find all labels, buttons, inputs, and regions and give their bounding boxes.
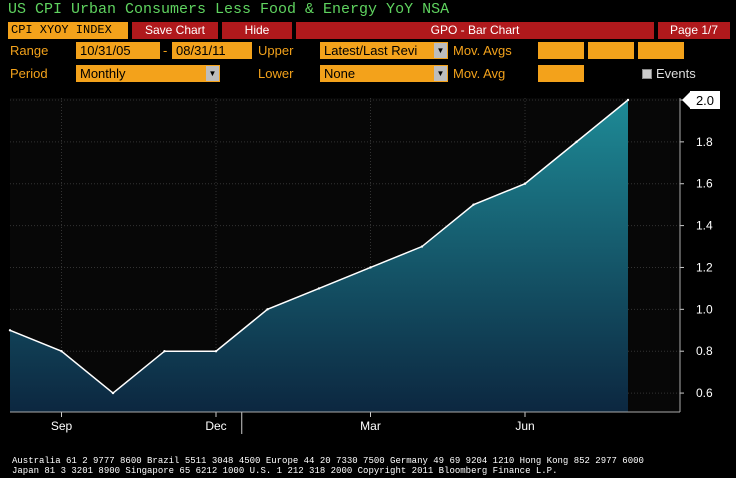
upper-label: Upper	[258, 43, 294, 58]
data-point	[163, 350, 166, 353]
data-point	[575, 140, 578, 144]
save-chart-button[interactable]: Save Chart	[132, 22, 218, 39]
data-point	[60, 350, 63, 353]
range-label: Range	[10, 43, 49, 58]
period-label: Period	[10, 66, 48, 81]
chevron-down-icon[interactable]: ▼	[206, 66, 219, 81]
events-label: Events	[656, 66, 696, 81]
hide-button[interactable]: Hide	[222, 22, 292, 39]
y-tick-label: 0.6	[696, 386, 713, 400]
chart-type-label: GPO - Bar Chart	[296, 22, 654, 39]
mov-avg-input-3[interactable]	[638, 42, 684, 59]
data-point	[472, 203, 475, 206]
period-select-value: Monthly	[80, 66, 126, 81]
lower-select[interactable]: None ▼	[320, 65, 448, 82]
data-point	[266, 308, 269, 311]
data-point	[626, 98, 630, 102]
x-tick-label: Mar	[360, 419, 381, 433]
y-tick-label: 0.8	[696, 344, 713, 358]
range-separator: -	[163, 43, 168, 58]
ticker-field[interactable]: CPI XYOY INDEX	[8, 22, 128, 39]
parameters-panel: Range 10/31/05 - 08/31/11 Upper Latest/L…	[0, 40, 736, 86]
data-point	[317, 287, 321, 290]
y-tick-label: 1.4	[696, 219, 713, 233]
data-point	[369, 266, 372, 269]
toolbar: CPI XYOY INDEX Save Chart Hide GPO - Bar…	[0, 21, 736, 40]
mov-avg-label: Mov. Avg	[453, 66, 506, 81]
last-value-pointer	[682, 92, 690, 108]
chevron-down-icon[interactable]: ▼	[434, 43, 447, 58]
upper-select[interactable]: Latest/Last Revi ▼	[320, 42, 448, 59]
last-value-label: 2.0	[696, 93, 714, 108]
chart-title: US CPI Urban Consumers Less Food & Energ…	[8, 1, 450, 18]
mov-avg-input-1[interactable]	[538, 42, 584, 59]
range-end-input[interactable]: 08/31/11	[172, 42, 252, 59]
x-axis: SepDecMarJun20102011	[10, 411, 680, 434]
lower-label: Lower	[258, 66, 294, 81]
title-bar: US CPI Urban Consumers Less Food & Energ…	[0, 0, 736, 21]
data-point	[420, 245, 424, 248]
upper-select-value: Latest/Last Revi	[324, 43, 418, 58]
data-point	[8, 329, 12, 332]
x-tick-label: Jun	[515, 419, 534, 433]
period-select[interactable]: Monthly ▼	[76, 65, 220, 82]
footer-copyright-line: Japan 81 3 3201 8900 Singapore 65 6212 1…	[12, 466, 558, 476]
y-tick-label: 1.2	[696, 260, 713, 274]
footer: Australia 61 2 9777 8600 Brazil 5511 304…	[0, 455, 736, 478]
data-point	[523, 182, 527, 185]
x-tick-label: Dec	[205, 419, 226, 433]
page-indicator[interactable]: Page 1/7	[658, 22, 730, 39]
cpi-area-chart[interactable]: 0.60.81.01.21.41.61.82.02.0 SepDecMarJun…	[0, 86, 736, 434]
lower-select-value: None	[324, 66, 356, 81]
mov-avgs-label: Mov. Avgs	[453, 43, 512, 58]
y-tick-label: 1.0	[696, 302, 713, 316]
mov-avg-input-2[interactable]	[588, 42, 634, 59]
range-start-input[interactable]: 10/31/05	[76, 42, 160, 59]
events-checkbox[interactable]	[642, 69, 652, 79]
x-tick-label: Sep	[51, 419, 73, 433]
footer-contacts-line: Australia 61 2 9777 8600 Brazil 5511 304…	[12, 456, 644, 466]
data-point	[111, 391, 115, 395]
data-point	[214, 350, 218, 353]
mov-avg-input-lower[interactable]	[538, 65, 584, 82]
y-axis: 0.60.81.01.21.41.61.82.02.0	[679, 91, 720, 412]
chevron-down-icon[interactable]: ▼	[434, 66, 447, 81]
y-tick-label: 1.8	[696, 135, 713, 149]
y-tick-label: 1.6	[696, 177, 713, 191]
